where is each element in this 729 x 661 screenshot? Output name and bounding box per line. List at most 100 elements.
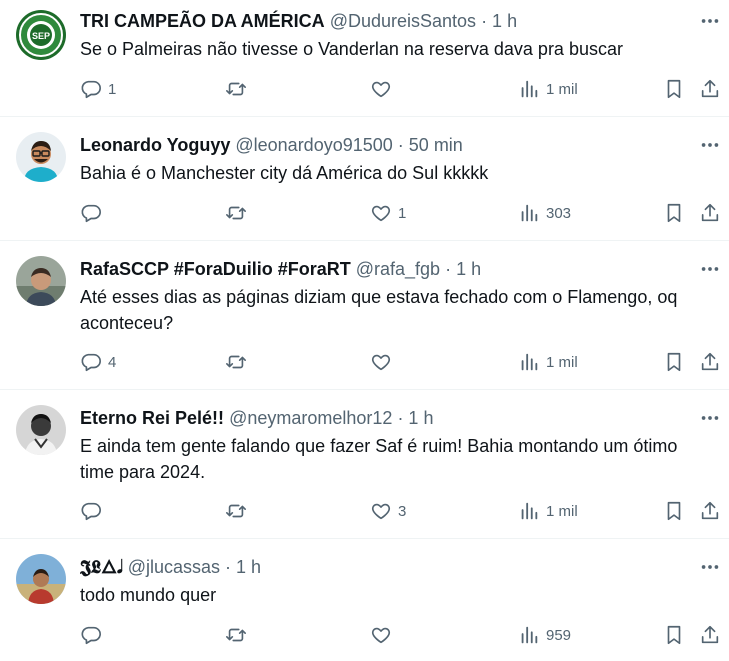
more-dots-icon[interactable]	[699, 10, 721, 32]
retweet-icon	[226, 206, 246, 220]
retweet-icon	[226, 82, 246, 96]
retweet-button[interactable]	[225, 76, 253, 102]
handle[interactable]: @DudureisSantos	[330, 11, 476, 31]
tweet-actions: 959	[80, 622, 723, 648]
views-button[interactable]: 959	[518, 622, 571, 648]
tweet-header: 𝕵𝕷🜂𝅘𝅥 @jlucassas · 1 h	[80, 556, 679, 578]
handle[interactable]: @neymaromelhor12	[229, 408, 392, 428]
share-icon	[701, 352, 719, 371]
handle[interactable]: @leonardoyo91500	[235, 135, 392, 155]
tweet[interactable]: SEP TRI CAMPEÃO DA AMÉRICA @DudureisSant…	[0, 0, 729, 117]
bookmark-button[interactable]	[663, 622, 685, 648]
more-dots-icon[interactable]	[699, 556, 721, 578]
avatar[interactable]	[16, 132, 66, 182]
tweet[interactable]: Leonardo Yoguyy @leonardoyo91500 · 50 mi…	[0, 117, 729, 241]
like-button[interactable]	[370, 76, 398, 102]
timestamp[interactable]: · 1 h	[225, 557, 261, 577]
view-count: 303	[546, 204, 572, 222]
tweet-header: RafaSCCP #ForaDuilio #ForaRT @rafa_fgb ·…	[80, 258, 679, 280]
retweet-icon	[226, 355, 246, 369]
retweet-button[interactable]	[225, 622, 253, 648]
heart-icon	[371, 81, 391, 98]
share-icon	[701, 501, 719, 520]
tweet-text: Até esses dias as páginas diziam que est…	[80, 287, 678, 333]
avatar[interactable]	[16, 256, 66, 306]
retweet-button[interactable]	[225, 349, 253, 375]
like-button[interactable]: 1	[370, 200, 406, 226]
like-count: 1	[398, 204, 407, 222]
view-count: 959	[546, 626, 572, 644]
display-name[interactable]: RafaSCCP #ForaDuilio #ForaRT	[80, 259, 351, 279]
retweet-icon	[226, 504, 246, 518]
reply-button[interactable]	[80, 498, 108, 524]
views-chart-icon	[521, 204, 538, 222]
views-chart-icon	[521, 80, 538, 98]
views-chart-icon	[521, 626, 538, 644]
timestamp[interactable]: · 50 min	[398, 135, 463, 155]
view-count: 1 mil	[546, 502, 578, 520]
more-dots-icon[interactable]	[699, 134, 721, 156]
views-chart-icon	[521, 353, 538, 371]
reply-icon	[81, 80, 101, 99]
heart-icon	[371, 503, 391, 520]
retweet-icon	[226, 628, 246, 642]
display-name[interactable]: TRI CAMPEÃO DA AMÉRICA	[80, 11, 325, 31]
reply-icon	[81, 204, 101, 223]
bookmark-icon	[667, 501, 681, 521]
share-icon	[701, 203, 719, 222]
tweet-text: Se o Palmeiras não tivesse o Vanderlan n…	[80, 39, 623, 59]
more-dots-icon[interactable]	[699, 258, 721, 280]
views-button[interactable]: 1 mil	[518, 76, 578, 102]
bookmark-button[interactable]	[663, 76, 685, 102]
reply-count: 1	[108, 80, 117, 98]
tweet[interactable]: Eterno Rei Pelé!! @neymaromelhor12 · 1 h…	[0, 390, 729, 539]
views-button[interactable]: 1 mil	[518, 349, 578, 375]
views-button[interactable]: 1 mil	[518, 498, 578, 524]
avatar[interactable]: SEP	[16, 10, 66, 60]
like-button[interactable]	[370, 349, 398, 375]
avatar[interactable]	[16, 554, 66, 604]
handle[interactable]: @jlucassas	[128, 557, 220, 577]
display-name[interactable]: 𝕵𝕷🜂𝅘𝅥	[80, 557, 123, 577]
share-button[interactable]	[699, 200, 721, 226]
views-button[interactable]: 303	[518, 200, 571, 226]
heart-icon	[371, 205, 391, 222]
avatar[interactable]	[16, 405, 66, 455]
display-name[interactable]: Eterno Rei Pelé!!	[80, 408, 224, 428]
more-dots-icon[interactable]	[699, 407, 721, 429]
like-button[interactable]: 3	[370, 498, 406, 524]
tweet-actions: 3 1 mil	[80, 498, 723, 524]
reply-count: 4	[108, 353, 117, 371]
retweet-button[interactable]	[225, 498, 253, 524]
tweet[interactable]: 𝕵𝕷🜂𝅘𝅥 @jlucassas · 1 h todo mundo quer 9…	[0, 539, 729, 661]
timestamp[interactable]: · 1 h	[445, 259, 481, 279]
bookmark-button[interactable]	[663, 200, 685, 226]
retweet-button[interactable]	[225, 200, 253, 226]
tweet-header: TRI CAMPEÃO DA AMÉRICA @DudureisSantos ·…	[80, 10, 679, 32]
like-button[interactable]	[370, 622, 398, 648]
reply-button[interactable]	[80, 622, 108, 648]
share-button[interactable]	[699, 498, 721, 524]
bookmark-button[interactable]	[663, 349, 685, 375]
reply-button[interactable]: 4	[80, 349, 116, 375]
tweet[interactable]: RafaSCCP #ForaDuilio #ForaRT @rafa_fgb ·…	[0, 241, 729, 390]
timestamp[interactable]: · 1 h	[481, 11, 517, 31]
reply-button[interactable]	[80, 200, 108, 226]
like-count: 3	[398, 502, 407, 520]
bookmark-icon	[667, 79, 681, 99]
display-name[interactable]: Leonardo Yoguyy	[80, 135, 230, 155]
timestamp[interactable]: · 1 h	[397, 408, 433, 428]
share-button[interactable]	[699, 622, 721, 648]
bookmark-icon	[667, 625, 681, 645]
svg-text:SEP: SEP	[32, 31, 50, 41]
tweet-header: Eterno Rei Pelé!! @neymaromelhor12 · 1 h	[80, 407, 679, 429]
share-button[interactable]	[699, 349, 721, 375]
view-count: 1 mil	[546, 353, 578, 371]
tweet-text: todo mundo quer	[80, 585, 217, 605]
bookmark-button[interactable]	[663, 498, 685, 524]
reply-button[interactable]: 1	[80, 76, 116, 102]
tweet-text: E ainda tem gente falando que fazer Saf …	[80, 436, 678, 482]
share-button[interactable]	[699, 76, 721, 102]
reply-icon	[81, 502, 101, 521]
handle[interactable]: @rafa_fgb	[356, 259, 440, 279]
